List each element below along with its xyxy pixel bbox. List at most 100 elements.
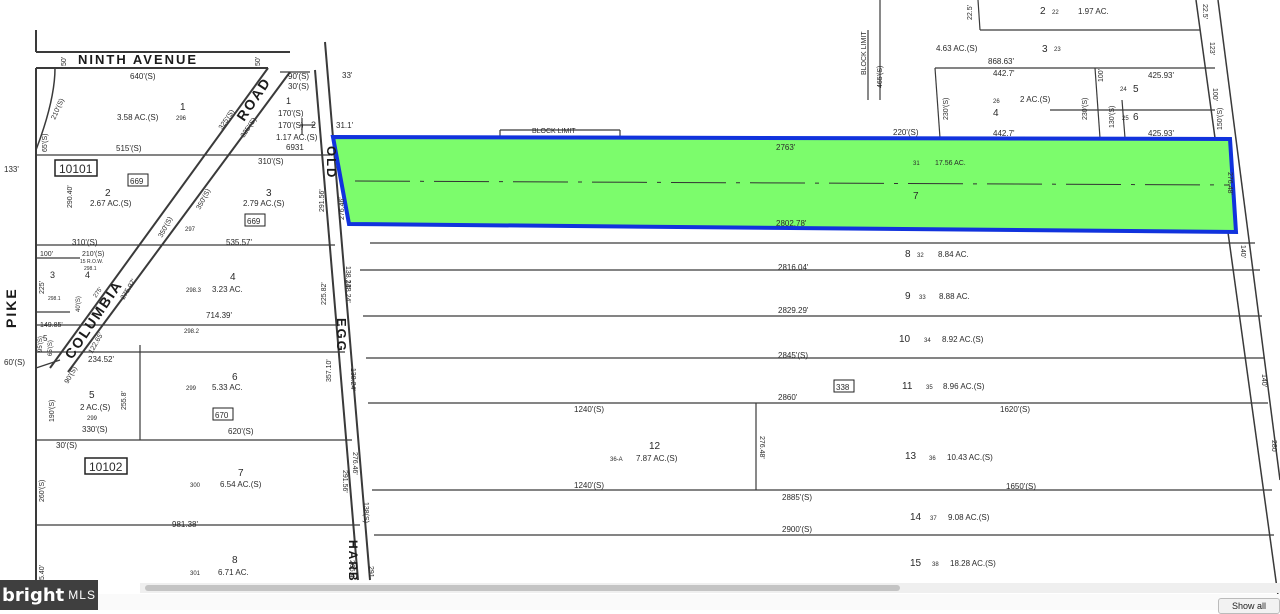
dimension: 2829.29' <box>778 306 809 315</box>
parcel-area: 6.71 AC. <box>218 568 249 577</box>
sheet-number-669b: 669 <box>247 217 261 226</box>
dimension: 260'(S) <box>39 480 46 502</box>
dimension: 330'(S) <box>82 425 108 434</box>
block-limit-label: BLOCK LIMIT <box>532 128 576 135</box>
parcel-number: 4 <box>85 270 90 280</box>
parcel-number: 2 <box>311 120 316 130</box>
dimension: 50' <box>61 57 68 66</box>
dimension: 465'(S) <box>877 66 884 88</box>
parcel-number: 8 <box>905 249 911 260</box>
dimension: 981.38' <box>172 520 198 529</box>
dimension: 123' <box>1208 42 1215 55</box>
logo-suffix: MLS <box>68 588 96 602</box>
parcel-code: 299 <box>87 416 98 422</box>
dimension: 255.8' <box>121 391 128 410</box>
dimension: 210'(S) <box>82 251 104 258</box>
dimension: 310'(S) <box>258 157 284 166</box>
parcel-number: 13 <box>905 451 917 462</box>
parcel-area: 18.28 AC.(S) <box>950 559 996 568</box>
dimension: 2900'(S) <box>782 525 812 534</box>
parcel-area: 8.84 AC. <box>938 250 969 259</box>
parcel-number: 3 <box>1042 44 1048 55</box>
dimension: 1240'(S) <box>574 405 604 414</box>
parcel-number: 1 <box>180 102 186 113</box>
parcel-number: 4 <box>993 108 999 119</box>
parcel-lines <box>35 30 371 581</box>
parcel-area: 17.56 AC. <box>935 160 966 167</box>
dimension: 130'(S) <box>1109 106 1116 128</box>
parcel-number: 6 <box>1133 112 1139 123</box>
dimension: 291.56' <box>341 470 348 493</box>
road-label-pike: PIKE <box>3 287 19 328</box>
dimension: 298.2 <box>184 329 200 335</box>
parcel-number: 15 <box>910 558 922 569</box>
parcel-area: 2.79 AC.(S) <box>243 199 285 208</box>
dimension: 65'(S) <box>48 340 54 356</box>
sheet-number-669a: 669 <box>130 177 144 186</box>
parcel-code: 296 <box>176 116 187 122</box>
dimension: 30'(S) <box>288 82 309 91</box>
dimension: 425.93' <box>1148 129 1174 138</box>
dimension: 280 <box>1270 440 1277 452</box>
parcel-number: 6 <box>232 372 238 383</box>
dimension: 276.46' <box>339 197 346 220</box>
dimension: 225' <box>39 281 46 294</box>
road-label-road: ROAD <box>233 74 274 124</box>
parcel-number: 5 <box>1133 84 1139 95</box>
dimension: 535.57' <box>226 238 252 247</box>
dimension: 1240'(S) <box>574 481 604 490</box>
tax-map: NINTH AVENUE ROAD COLUMBIA PIKE OLD EGG … <box>3 0 1280 610</box>
dimension: 5.40' <box>39 565 46 580</box>
dimension: 2802.78' <box>776 219 807 228</box>
dimension: 225.82' <box>321 282 328 305</box>
dimension: 33' <box>342 71 353 80</box>
parcel-number: 3 <box>266 188 272 199</box>
parcel-number: 11 <box>902 381 913 392</box>
dimension: 60'(S) <box>4 358 25 367</box>
dimension: 290.40' <box>67 185 74 208</box>
dimension: 1.17 AC.(S) <box>276 133 318 142</box>
footer-bar <box>0 594 1280 610</box>
parcel-code: 24 <box>1120 87 1127 93</box>
parcel-area: 8.88 AC. <box>939 292 970 301</box>
dimension: 291 <box>367 566 374 578</box>
parcel-area: 8.96 AC.(S) <box>943 382 985 391</box>
block-number-10102: 10102 <box>89 460 123 474</box>
parcel-number: 2 <box>105 188 111 199</box>
road-label-ninth-avenue: NINTH AVENUE <box>78 52 198 67</box>
parcel-code: 33 <box>919 295 926 301</box>
show-all-button[interactable]: Show all <box>1218 598 1280 614</box>
parcel-code: 36 <box>929 456 936 462</box>
dimension: 276.48' <box>1226 172 1233 195</box>
parcel-number: 14 <box>910 512 922 523</box>
dimension: 22.5' <box>1201 4 1208 19</box>
dimension: 2885'(S) <box>782 493 812 502</box>
parcel-code: 22 <box>1052 10 1059 16</box>
dimension: 133' <box>4 165 19 174</box>
dimension: 170'(S) <box>278 121 304 130</box>
block-number-10101: 10101 <box>59 162 93 176</box>
block-limit-side-label: BLOCK LIMIT <box>861 31 868 75</box>
parcel-area: 3.58 AC.(S) <box>117 113 159 122</box>
sheet-number-670: 670 <box>215 411 229 420</box>
parcel-code: 26 <box>993 99 1000 105</box>
parcel-code: 38 <box>932 562 939 568</box>
parcel-area: 3.23 AC. <box>212 285 243 294</box>
dimension: 100' <box>1098 69 1105 82</box>
dimension: 15 R.O.W. <box>80 259 103 265</box>
parcel-area: 2 AC.(S) <box>80 403 111 412</box>
scrollbar-thumb[interactable] <box>145 585 900 591</box>
parcel-code: 298.3 <box>186 288 202 294</box>
dimension: 714.39' <box>206 311 232 320</box>
dimension: 297 <box>185 227 196 233</box>
parcel-code: 37 <box>930 516 937 522</box>
dimension: 515'(S) <box>116 144 142 153</box>
dimension: 100' <box>1211 88 1218 101</box>
dimension: 310'(S) <box>72 238 98 247</box>
dimension: 298.1 <box>48 296 61 302</box>
dimension: 230'(S) <box>943 98 950 120</box>
dimension: 276.48' <box>758 436 765 459</box>
dimension: 190'(S) <box>49 400 56 422</box>
dimension: 1620'(S) <box>1000 405 1030 414</box>
dimension: 350'(S) <box>158 216 175 239</box>
